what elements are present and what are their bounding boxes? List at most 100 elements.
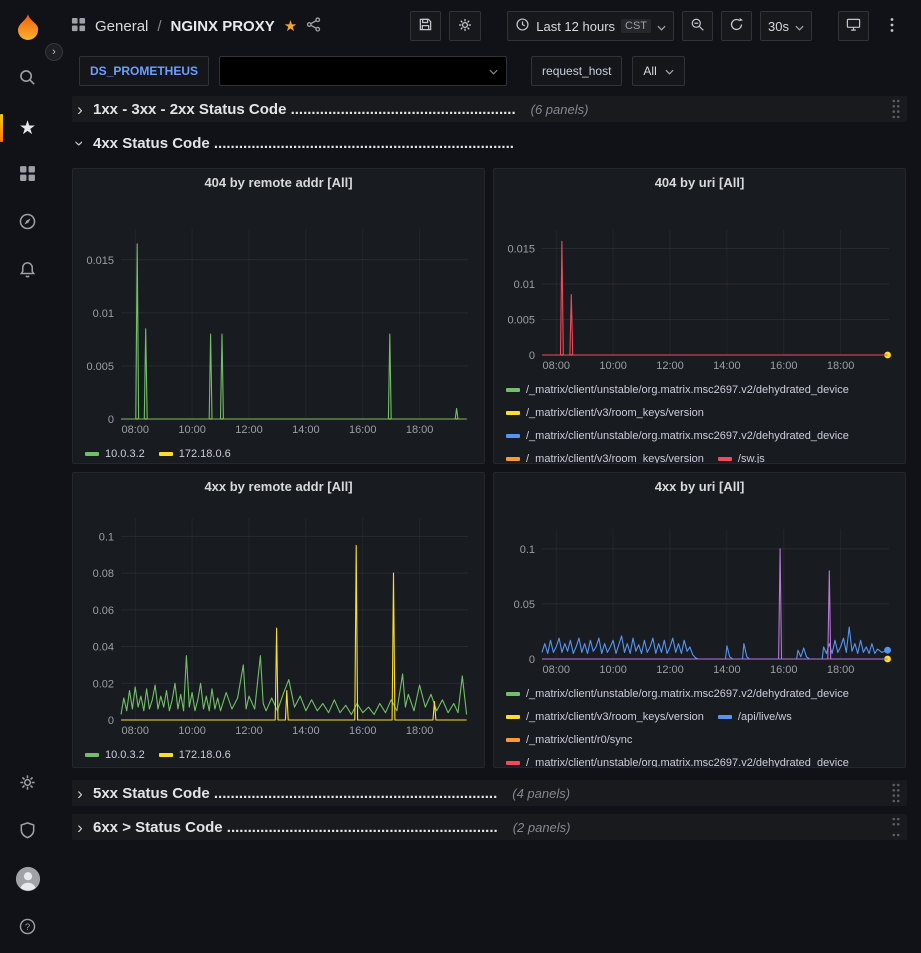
sidebar-item-starred[interactable]: ★ — [0, 104, 55, 152]
timeseries-chart[interactable]: 08:0010:0012:0014:0016:0018:0000.050.1 — [502, 524, 897, 677]
sidebar-bottom-group: ? — [0, 761, 55, 953]
legend-item[interactable]: /_matrix/client/v3/room_keys/version — [506, 404, 704, 421]
legend-item[interactable]: /_matrix/client/unstable/org.matrix.msc2… — [506, 381, 849, 398]
svg-text:18:00: 18:00 — [406, 725, 434, 737]
timeseries-chart[interactable]: 08:0010:0012:0014:0016:0018:0000.0050.01… — [502, 225, 897, 373]
sidebar-item-search[interactable] — [0, 56, 55, 104]
refresh-icon — [729, 17, 744, 35]
row-header-4xx[interactable]: › 4xx Status Code ......................… — [72, 130, 907, 156]
legend-label: /_matrix/client/v3/room_keys/version — [526, 453, 704, 465]
svg-text:0: 0 — [529, 350, 535, 362]
refresh-interval-label: 30s — [768, 19, 789, 34]
compass-icon — [18, 212, 37, 236]
sidebar-expand-button[interactable]: › — [45, 43, 63, 61]
legend-item[interactable]: /_matrix/client/v3/room_keys/version — [506, 708, 704, 725]
clock-icon — [515, 17, 530, 35]
row-panel-count: (4 panels) — [512, 786, 570, 801]
panel-title[interactable]: 4xx by remote addr [All] — [81, 479, 476, 503]
legend-swatch — [506, 692, 520, 696]
timeseries-plot[interactable]: 08:0010:0012:0014:0016:0018:0000.0050.01… — [502, 225, 897, 373]
legend-item[interactable]: /_matrix/client/unstable/org.matrix.msc2… — [506, 685, 849, 702]
timeseries-chart[interactable]: 08:0010:0012:0014:0016:0018:0000.0050.01… — [81, 224, 476, 437]
timeseries-plot[interactable]: 08:0010:0012:0014:0016:0018:0000.050.1 — [502, 524, 897, 677]
kebab-menu-button[interactable] — [877, 11, 907, 41]
gear-icon — [18, 773, 37, 797]
panel-4xx-by-uri: 4xx by uri [All] 08:0010:0012:0014:0016:… — [493, 472, 906, 768]
legend-label: 10.0.3.2 — [105, 448, 145, 460]
legend-item[interactable]: /api/live/ws — [718, 708, 792, 725]
tv-mode-button[interactable] — [838, 11, 869, 41]
sidebar-item-explore[interactable] — [0, 200, 55, 248]
row-header-1xx-3xx-2xx[interactable]: › 1xx - 3xx - 2xx Status Code ..........… — [72, 96, 907, 122]
kebab-icon — [890, 17, 894, 36]
legend-label: /_matrix/client/v3/room_keys/version — [526, 711, 704, 723]
timeseries-plot[interactable]: 08:0010:0012:0014:0016:0018:0000.0050.01… — [81, 224, 476, 437]
drag-handle-icon[interactable] — [891, 98, 901, 120]
legend-item[interactable]: /_matrix/client/unstable/org.matrix.msc2… — [506, 427, 849, 444]
svg-text:0.01: 0.01 — [93, 308, 114, 320]
legend-item[interactable]: 172.18.0.6 — [159, 445, 231, 462]
legend-label: /sw.js — [738, 453, 765, 465]
panel-title[interactable]: 404 by remote addr [All] — [81, 175, 476, 199]
sidebar-item-configuration[interactable] — [0, 761, 55, 809]
legend-item[interactable]: /_matrix/client/v3/room_keys/version — [506, 450, 704, 464]
dashboard-settings-button[interactable] — [449, 11, 481, 41]
favorite-star-icon[interactable]: ★ — [284, 19, 297, 34]
svg-text:12:00: 12:00 — [656, 360, 684, 372]
legend-label: 172.18.0.6 — [179, 448, 231, 460]
legend-swatch — [159, 452, 173, 456]
refresh-interval-dropdown[interactable]: 30s — [760, 11, 812, 41]
legend-label: /api/live/ws — [738, 711, 792, 723]
variable-request-host-select[interactable]: All — [632, 56, 684, 86]
legend-item[interactable]: /_matrix/client/r0/sync — [506, 731, 632, 748]
legend-swatch — [718, 457, 732, 461]
variable-datasource-value-select[interactable] — [219, 56, 507, 86]
svg-text:10:00: 10:00 — [599, 664, 627, 676]
zoom-out-time-button[interactable] — [682, 11, 713, 41]
legend-item[interactable]: 10.0.3.2 — [85, 746, 145, 763]
time-range-picker[interactable]: Last 12 hours CST — [507, 11, 674, 41]
sidebar-item-profile[interactable] — [0, 857, 55, 905]
sidebar-item-dashboards[interactable] — [0, 152, 55, 200]
save-dashboard-button[interactable] — [410, 11, 441, 41]
drag-handle-icon[interactable] — [891, 816, 901, 838]
legend-swatch — [85, 753, 99, 757]
row-title: 4xx Status Code ........................… — [93, 135, 514, 152]
drag-handle-icon[interactable] — [891, 782, 901, 804]
share-icon[interactable] — [306, 17, 321, 36]
help-icon: ? — [18, 917, 37, 941]
variable-datasource-label[interactable]: DS_PROMETHEUS — [79, 56, 209, 86]
sidebar-item-help[interactable]: ? — [0, 905, 55, 953]
svg-text:08:00: 08:00 — [121, 725, 149, 737]
chevron-down-icon — [489, 62, 498, 80]
breadcrumb-folder[interactable]: General — [95, 18, 148, 35]
breadcrumb-dashboard-title[interactable]: NGINX PROXY — [171, 18, 275, 35]
legend-label: /_matrix/client/v3/room_keys/version — [526, 407, 704, 419]
svg-text:16:00: 16:00 — [770, 664, 798, 676]
svg-text:0: 0 — [529, 654, 535, 666]
timeseries-chart[interactable]: 08:0010:0012:0014:0016:0018:0000.020.040… — [81, 513, 476, 738]
legend-item[interactable]: 10.0.3.2 — [85, 445, 145, 462]
sidebar-item-alerting[interactable] — [0, 248, 55, 296]
dashboard-apps-icon[interactable] — [71, 17, 86, 36]
legend-label: 172.18.0.6 — [179, 749, 231, 761]
dashboard-scroll-area[interactable]: › 1xx - 3xx - 2xx Status Code ..........… — [55, 90, 921, 953]
search-icon — [18, 68, 37, 92]
row-panel-count: (6 panels) — [531, 102, 589, 117]
row-header-6xx[interactable]: › 6xx > Status Code ....................… — [72, 814, 907, 840]
row-header-5xx[interactable]: › 5xx Status Code ......................… — [72, 780, 907, 806]
legend-item[interactable]: 172.18.0.6 — [159, 746, 231, 763]
panel-title[interactable]: 404 by uri [All] — [502, 175, 897, 199]
panel-title[interactable]: 4xx by uri [All] — [502, 479, 897, 503]
legend-label: /_matrix/client/unstable/org.matrix.msc2… — [526, 757, 849, 769]
legend-swatch — [506, 388, 520, 392]
timeseries-plot[interactable]: 08:0010:0012:0014:0016:0018:0000.020.040… — [81, 513, 476, 738]
svg-text:14:00: 14:00 — [292, 725, 320, 737]
legend-item[interactable]: /_matrix/client/unstable/org.matrix.msc2… — [506, 754, 849, 768]
svg-text:0.04: 0.04 — [93, 642, 114, 654]
sidebar-item-server-admin[interactable] — [0, 809, 55, 857]
legend-swatch — [506, 434, 520, 438]
refresh-button[interactable] — [721, 11, 752, 41]
panel-legend: /_matrix/client/unstable/org.matrix.msc2… — [502, 381, 897, 464]
legend-item[interactable]: /sw.js — [718, 450, 765, 464]
